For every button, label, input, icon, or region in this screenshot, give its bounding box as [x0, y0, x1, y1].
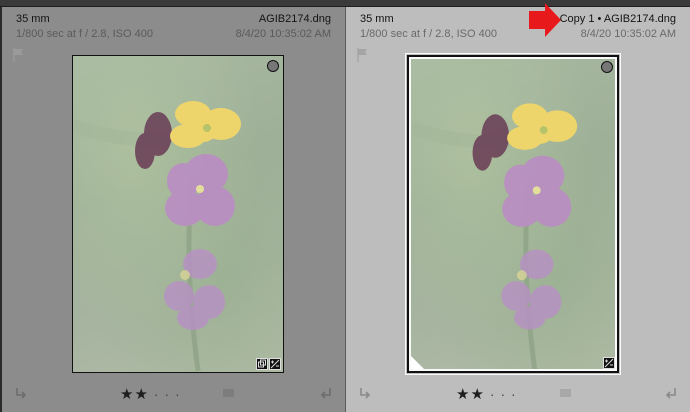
cell-meta-row-2: 1/800 sec at f / 2.8, ISO 400 8/4/20 10:…	[346, 28, 690, 44]
virtual-copy-corner-icon	[411, 356, 424, 369]
rating-empty-dots: · · ·	[489, 386, 517, 402]
rotate-left-icon[interactable]	[356, 385, 372, 401]
star-rating[interactable]: ★★ · · ·	[456, 385, 517, 403]
thumbnail-badges	[256, 358, 281, 370]
exposure-info: 1/800 sec at f / 2.8, ISO 400	[360, 28, 497, 40]
capture-date: 8/4/20 10:35:02 AM	[580, 28, 676, 40]
star-rating[interactable]: ★★ · · ·	[120, 385, 181, 403]
cell-meta-row-1: 35 mm Copy 1 • AGIB2174.dng	[346, 13, 690, 29]
photo-thumbnail-frame-selected[interactable]	[405, 53, 621, 375]
rating-stars: ★★	[120, 386, 149, 403]
exposure-info: 1/800 sec at f / 2.8, ISO 400	[16, 28, 153, 40]
cell-meta-row-1: 35 mm AGIB2174.dng	[2, 13, 345, 29]
rotate-left-icon[interactable]	[12, 385, 28, 401]
flower-illustration	[411, 103, 578, 369]
filename: Copy 1 • AGIB2174.dng	[559, 13, 676, 25]
focal-length: 35 mm	[16, 13, 50, 25]
rating-stars: ★★	[456, 386, 485, 403]
develop-adjustment-badge-icon[interactable]	[269, 358, 281, 370]
rotate-right-icon[interactable]	[664, 385, 680, 401]
flower-photo	[411, 59, 615, 369]
rotate-right-icon[interactable]	[319, 385, 335, 401]
cell-footer: ★★ · · ·	[2, 383, 345, 403]
virtual-copy-badge-icon[interactable]	[256, 358, 268, 370]
develop-adjustment-badge-icon[interactable]	[603, 357, 615, 369]
flower-illustration	[73, 101, 241, 372]
quick-collection-circle-icon[interactable]	[267, 60, 279, 72]
photo-thumbnail-frame[interactable]	[72, 55, 284, 373]
thumbnail-badges	[603, 357, 615, 369]
red-arrow-icon	[529, 3, 561, 37]
color-label-swatch[interactable]	[223, 389, 234, 397]
top-toolbar-strip	[0, 0, 690, 7]
flag-icon[interactable]	[12, 47, 26, 63]
capture-date: 8/4/20 10:35:02 AM	[235, 28, 331, 40]
cell-meta-row-2: 1/800 sec at f / 2.8, ISO 400 8/4/20 10:…	[2, 28, 345, 44]
grid-cell-virtual-copy[interactable]: 35 mm Copy 1 • AGIB2174.dng 1/800 sec at…	[346, 7, 690, 412]
cell-footer: ★★ · · ·	[346, 383, 690, 403]
rating-empty-dots: · · ·	[153, 386, 181, 402]
flower-photo	[73, 56, 283, 372]
flag-icon[interactable]	[356, 47, 370, 63]
grid-cell-original[interactable]: 35 mm AGIB2174.dng 1/800 sec at f / 2.8,…	[2, 7, 346, 412]
quick-collection-circle-icon[interactable]	[601, 61, 613, 73]
filename: AGIB2174.dng	[258, 13, 331, 25]
color-label-swatch[interactable]	[560, 389, 571, 397]
focal-length: 35 mm	[360, 13, 394, 25]
